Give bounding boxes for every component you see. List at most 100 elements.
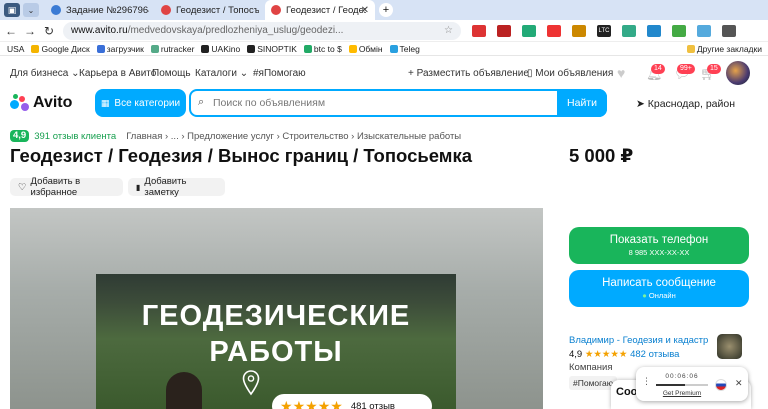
- show-phone-label: Показать телефон: [609, 234, 709, 246]
- help-tag[interactable]: #Помогаю: [569, 376, 618, 390]
- star-icon: ★: [292, 398, 306, 409]
- all-categories-button[interactable]: ▦ Все категории: [95, 89, 186, 117]
- location-arrow-icon: ➤: [636, 98, 645, 110]
- search-input[interactable]: Поиск по объявлениям: [213, 97, 325, 109]
- site-top-nav: Для бизнеса ⌄ Карьера в Авито Помощь Кат…: [10, 64, 758, 83]
- seller-stars: ★★★★★: [584, 349, 628, 360]
- bookmark-icon: [247, 44, 256, 53]
- bookmark-exchange[interactable]: Обмін: [348, 44, 383, 54]
- contact-panel-title: Соо: [616, 386, 638, 398]
- star-icon: ★: [317, 398, 331, 409]
- download-icon[interactable]: [647, 24, 661, 37]
- url-field[interactable]: www.avito.ru/medvedovskaya/predlozheniya…: [63, 21, 461, 40]
- new-tab-icon[interactable]: +: [379, 3, 393, 17]
- url-domain: www.avito.ru: [71, 25, 128, 36]
- youtube-icon[interactable]: [547, 24, 561, 37]
- messages-badge: 99+: [677, 64, 695, 74]
- seller-avatar[interactable]: [717, 334, 742, 359]
- flag-ru-icon[interactable]: [472, 24, 486, 37]
- reload-icon[interactable]: ↻: [41, 24, 57, 38]
- add-note-label: Добавить заметку: [144, 176, 187, 198]
- forward-icon[interactable]: →: [22, 24, 38, 38]
- search-button[interactable]: Найти: [557, 89, 607, 117]
- back-icon[interactable]: ←: [3, 24, 19, 38]
- media-player-widget[interactable]: ⋮ 00:06:06 Get Premium ✕: [636, 367, 748, 401]
- bookmark-icon: [150, 44, 159, 53]
- bookmark-telegram[interactable]: Teleg: [389, 44, 420, 54]
- bookmark-google-drive[interactable]: Google Диск: [31, 44, 90, 54]
- listing-gallery[interactable]: ГЕОДЕЗИЧЕСКИЕ РАБОТЫ ★ ★ ★ ★ ★ 481 отзыв: [10, 208, 543, 409]
- listing-title: Геодезист / Геодезия / Вынос границ / То…: [10, 145, 473, 166]
- rating-badge: 4,9: [10, 130, 30, 142]
- my-ads-link[interactable]: ▯ Мои объявления: [527, 68, 613, 79]
- star-icon: ★: [305, 398, 318, 409]
- post-ad-link[interactable]: + Разместить объявление: [408, 68, 529, 79]
- note-icon: ▮: [136, 182, 141, 192]
- avito-logo[interactable]: Avito: [10, 94, 72, 112]
- bookmark-star-icon[interactable]: ☆: [444, 25, 453, 36]
- phone-masked: 8 985 XXX-XX-XX: [628, 248, 690, 257]
- reviews-link[interactable]: 391 отзыв клиента: [34, 131, 116, 142]
- extension-icon[interactable]: [622, 24, 636, 37]
- write-message-button[interactable]: Написать сообщение ● Онлайн: [569, 270, 749, 307]
- bookmark-icon: [348, 44, 357, 53]
- bookmark-sinoptik[interactable]: SINOPTIK: [247, 44, 297, 54]
- favorites-heart-icon[interactable]: ♥: [617, 65, 625, 81]
- extension-icon[interactable]: [522, 24, 536, 37]
- location-label: Краснодар, район: [647, 98, 736, 110]
- ltc-ticker[interactable]: LTC: [597, 24, 611, 37]
- browser-menu-icon[interactable]: ▣: [4, 3, 20, 17]
- star-icon: ★: [330, 398, 343, 409]
- write-message-label: Написать сообщение: [602, 277, 716, 289]
- progress-bar[interactable]: [656, 384, 708, 386]
- nav-hashtag[interactable]: #яПомогаю: [253, 68, 306, 79]
- more-options-icon[interactable]: ⋮: [642, 376, 651, 387]
- breadcrumb[interactable]: Главная › ... › Предложение услуг › Стро…: [126, 131, 461, 142]
- extension-icon[interactable]: [697, 24, 711, 37]
- seller-rating: 4,9: [569, 349, 583, 360]
- tab-2[interactable]: Геодезист / Топосъемка: [155, 0, 265, 20]
- map-pin-icon: [242, 370, 260, 396]
- person-photo: [166, 372, 202, 409]
- add-favorite-button[interactable]: ♡ Добавить в избранное: [10, 176, 123, 198]
- show-phone-button[interactable]: Показать телефон 8 985 XXX-XX-XX: [569, 227, 749, 264]
- bookmark-icon: [303, 44, 312, 53]
- flag-ru-icon[interactable]: [715, 379, 727, 391]
- nav-catalogs[interactable]: Каталоги ⌄: [195, 68, 248, 79]
- extensions-icon[interactable]: [722, 24, 736, 37]
- bookmark-rutracker[interactable]: rutracker: [150, 44, 194, 54]
- get-premium-link[interactable]: Get Premium: [656, 390, 708, 397]
- nav-business[interactable]: Для бизнеса ⌄: [10, 68, 80, 79]
- tab-favicon-icon: [161, 5, 171, 15]
- extension-icon[interactable]: [572, 24, 586, 37]
- search-bar[interactable]: ⌕ Поиск по объявлениям Найти: [189, 89, 607, 117]
- nav-career[interactable]: Карьера в Авито: [79, 68, 156, 79]
- all-categories-label: Все категории: [114, 97, 181, 109]
- close-tab-icon[interactable]: ✕: [361, 5, 369, 16]
- location-selector[interactable]: ➤ Краснодар, район: [636, 98, 735, 110]
- tab-favicon-icon: [51, 5, 61, 15]
- address-bar-row: ← → ↻ www.avito.ru/medvedovskaya/predloz…: [0, 20, 768, 42]
- rating-row: 4,9 391 отзыв клиента Главная › ... › Пр…: [10, 130, 461, 142]
- nav-help[interactable]: Помощь: [152, 68, 191, 79]
- poster-title: ГЕОДЕЗИЧЕСКИЕ РАБОТЫ: [141, 300, 411, 368]
- chevron-down-icon[interactable]: ⌄: [23, 3, 39, 17]
- grid-icon: ▦: [100, 97, 110, 108]
- tab-1[interactable]: Задание №2967964 - про: [45, 0, 155, 20]
- bookmark-btc[interactable]: btc to $: [303, 44, 342, 54]
- user-avatar[interactable]: [726, 61, 750, 85]
- browser-tab-bar: ▣ ⌄ Задание №2967964 - про Геодезист / Т…: [0, 0, 768, 20]
- seller-reviews-link[interactable]: 482 отзыва: [630, 349, 679, 360]
- extension-icon[interactable]: [672, 24, 686, 37]
- bookmark-usa[interactable]: USA: [7, 44, 24, 54]
- other-bookmarks[interactable]: Другие закладки: [686, 44, 762, 54]
- bookmark-downloader[interactable]: загрузчик: [96, 44, 144, 54]
- seller-name[interactable]: Владимир - Геодезия и кадастр: [569, 335, 708, 346]
- bookmark-uakino[interactable]: UAKino: [201, 44, 240, 54]
- close-icon[interactable]: ✕: [735, 378, 743, 389]
- tab-title: Геодезист / Топосъемка: [176, 4, 259, 16]
- tab-3-active[interactable]: Геодезист / Геодезия / ✕: [265, 0, 375, 20]
- extension-icon[interactable]: [497, 24, 511, 37]
- add-note-button[interactable]: ▮ Добавить заметку: [128, 176, 225, 198]
- player-time: 00:06:06: [665, 373, 699, 380]
